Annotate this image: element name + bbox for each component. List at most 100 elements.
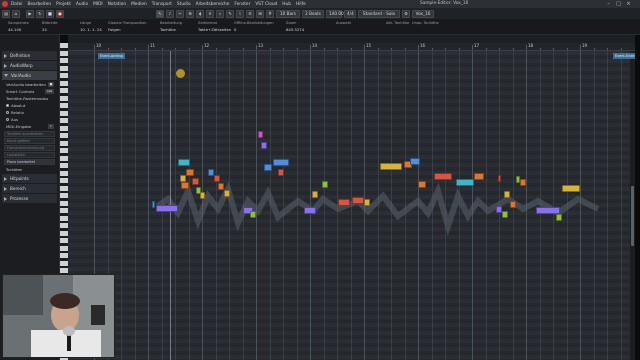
pitch-segment[interactable] (498, 175, 501, 182)
info-zeitformat[interactable]: Zeitformat Takte+Zählzeiten (198, 21, 231, 32)
pitch-segment[interactable] (218, 183, 224, 190)
smart-controls-row[interactable]: Smart Controls Alle (2, 88, 57, 95)
overview-line[interactable] (68, 35, 635, 49)
pitch-segment[interactable] (278, 169, 284, 176)
menu-hilfe[interactable]: Hilfe (296, 2, 306, 7)
info-akt-tonhoehe[interactable]: Akt. Tonhöhe (386, 21, 409, 27)
pitch-segment[interactable] (156, 205, 178, 212)
section-hitpoints[interactable]: Hitpoints (2, 174, 57, 183)
pitch-segment[interactable] (322, 181, 328, 188)
pitch-segment[interactable] (410, 158, 420, 165)
event-start-marker[interactable]: Event-Anfang (98, 53, 125, 59)
pitch-segment[interactable] (258, 131, 263, 138)
raster-option-relativ[interactable]: Relativ (2, 109, 57, 116)
sample-editor-canvas[interactable]: Event-Anfang Event-Ende (68, 51, 635, 360)
speaker-tool-icon[interactable]: ◖ (196, 9, 204, 18)
section-variaudio[interactable]: VariAudio (2, 71, 57, 80)
raster-option-absolut[interactable]: Absolut (2, 102, 57, 109)
menu-studio[interactable]: Studio (177, 2, 191, 7)
scrollbar-thumb[interactable] (631, 186, 634, 246)
lock-icon[interactable]: ⌂ (12, 9, 20, 18)
beats-field[interactable]: 2 Beats (302, 9, 324, 18)
info-zoom[interactable]: Zoom 645.5274 (286, 21, 304, 32)
signature-field[interactable]: 4/4 (344, 9, 356, 18)
pitch-segment[interactable] (312, 191, 318, 198)
pitch-edit-field[interactable]: Piano bearbeitet (4, 159, 55, 165)
pitch-segment[interactable] (180, 175, 186, 182)
straighten-tool-icon[interactable]: ≡ (246, 9, 254, 18)
info-bearbeitung[interactable]: Bearbeitung Tonhöhe (160, 21, 182, 32)
pitch-segment[interactable] (304, 207, 316, 214)
info-auswahl[interactable]: Auswahl (336, 21, 351, 27)
loop-icon[interactable]: ↻ (36, 9, 44, 18)
raster-option-aus[interactable]: Aus (2, 116, 57, 123)
pitch-segment[interactable] (192, 178, 199, 185)
pointer-tool-icon[interactable]: ↖ (156, 9, 164, 18)
menu-bearbeiten[interactable]: Bearbeiten (27, 2, 51, 7)
pitch-segment[interactable] (338, 199, 350, 206)
play-icon[interactable]: ▶ (26, 9, 34, 18)
pitch-segment[interactable] (474, 173, 484, 180)
pitch-tool-icon[interactable]: ♪ (166, 9, 174, 18)
pitch-segment[interactable] (502, 211, 508, 218)
minimize-button[interactable]: – (604, 0, 613, 8)
info-samplerate[interactable]: Samplerate 44.100 (8, 21, 29, 32)
menu-projekt[interactable]: Projekt (56, 2, 71, 7)
event-end-marker[interactable]: Event-Ende (613, 53, 635, 59)
menu-hub[interactable]: Hub (282, 2, 291, 7)
pitch-segment[interactable] (200, 192, 205, 199)
track-select[interactable]: Vox_16 (412, 9, 434, 18)
pitch-segment[interactable] (364, 199, 370, 206)
pitch-segment[interactable] (536, 207, 560, 214)
pitch-segment[interactable] (520, 179, 526, 186)
menu-datei[interactable]: Datei (11, 2, 22, 7)
info-laenge[interactable]: Länge 10. 1. 1. 24 (80, 21, 102, 32)
pitch-segment[interactable] (273, 159, 289, 166)
menu-fenster[interactable]: Fenster (234, 2, 250, 7)
info-urspr-tonhoehe[interactable]: Urspr. Tonhöhe (412, 21, 439, 27)
pitch-segment[interactable] (352, 197, 364, 204)
mode-select[interactable]: Standard - Solo (358, 9, 400, 18)
pitch-segment[interactable] (181, 182, 189, 189)
section-prozesse[interactable]: Prozesse (2, 194, 57, 203)
smart-controls-select[interactable]: Alle (45, 89, 54, 94)
menu-medien[interactable]: Medien (131, 2, 147, 7)
pitch-segment[interactable] (418, 181, 426, 188)
midi-input-icon[interactable]: ♪ (48, 124, 54, 129)
grid-icon[interactable]: # (266, 9, 274, 18)
pitch-segment[interactable] (556, 214, 562, 221)
zoom-tool-icon[interactable]: ⌕ (216, 9, 224, 18)
menu-audio[interactable]: Audio (76, 2, 88, 7)
warp-tool-icon[interactable]: ⌇ (236, 9, 244, 18)
menu-notation[interactable]: Notation (108, 2, 126, 7)
info-bitbreite[interactable]: Bitbreite 24 (42, 21, 57, 32)
midi-input-row[interactable]: MIDI-Eingabe ♪ (2, 123, 57, 130)
record-icon[interactable]: ● (56, 9, 64, 18)
maximize-button[interactable]: □ (614, 0, 623, 8)
vertical-scrollbar[interactable] (630, 51, 635, 360)
pitch-segment[interactable] (178, 159, 190, 166)
pitch-segment[interactable] (261, 142, 267, 149)
menu-arbeitsbereiche[interactable]: Arbeitsbereiche (196, 2, 230, 7)
section-audiowarp[interactable]: AudioWarp (2, 61, 57, 70)
info-global-transposition[interactable]: Globale Transposition Folgen (108, 21, 147, 32)
pitch-segment[interactable] (214, 175, 220, 182)
pitch-segment[interactable] (264, 164, 272, 171)
pitch-segment[interactable] (504, 191, 510, 198)
tempo-field[interactable]: 140.00 (326, 9, 344, 18)
menu-vst-cloud[interactable]: VST Cloud (255, 2, 277, 7)
pitch-segment[interactable] (250, 211, 256, 218)
info-offline-edits[interactable]: Offline-Bearbeitungen 0 (234, 21, 274, 32)
pitch-segment[interactable] (380, 163, 402, 170)
bars-field[interactable]: 10 Bars (276, 9, 300, 18)
menu-transport[interactable]: Transport (152, 2, 172, 7)
snap-icon[interactable]: ⊞ (256, 9, 264, 18)
stop-icon[interactable]: ■ (46, 9, 54, 18)
edit-toggle-icon[interactable]: ■ (48, 82, 54, 87)
ruler[interactable]: 10 11 12 13 14 15 16 17 18 19 (68, 43, 635, 51)
settings-icon[interactable]: ⚙ (402, 9, 410, 18)
pitch-segment[interactable] (224, 190, 230, 197)
pen-tool-icon[interactable]: ✎ (226, 9, 234, 18)
pitch-segment[interactable] (186, 169, 194, 176)
glue-tool-icon[interactable]: ⊕ (186, 9, 194, 18)
